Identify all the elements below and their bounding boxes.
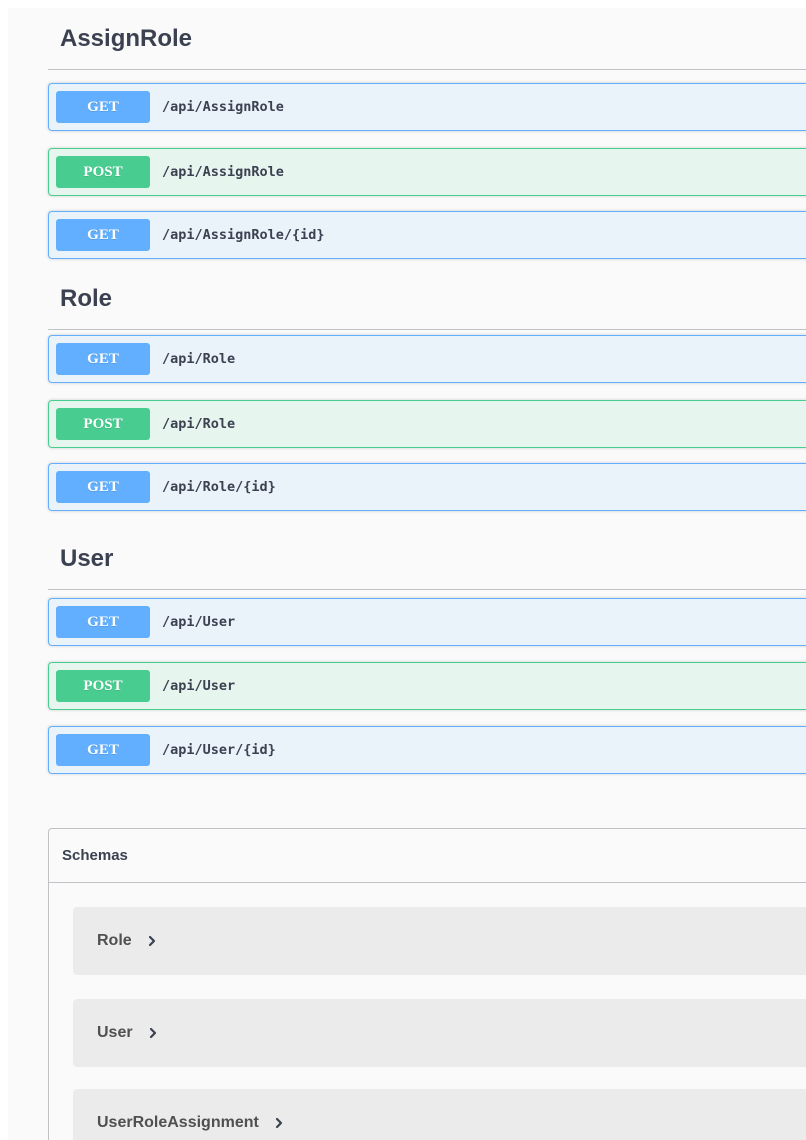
- tag-header-role[interactable]: Role: [48, 268, 806, 330]
- operation-path: /api/User: [162, 678, 236, 694]
- method-badge: POST: [56, 408, 150, 440]
- operation-path: /api/AssignRole: [162, 99, 284, 115]
- operation-path: /api/Role/{id}: [162, 479, 276, 495]
- tag-title: AssignRole: [60, 24, 193, 52]
- model-name: Role: [97, 932, 132, 949]
- tag-title: User: [60, 544, 114, 572]
- tag-header-assignrole[interactable]: AssignRole: [48, 8, 806, 70]
- operation-get-assignrole-id[interactable]: GET /api/AssignRole/{id}: [48, 211, 806, 259]
- tag-section-role: Role GET /api/Role POST /api/Role GET /a…: [48, 268, 806, 511]
- operation-path: /api/Role: [162, 416, 236, 432]
- operation-get-assignrole[interactable]: GET /api/AssignRole: [48, 83, 806, 131]
- swagger-page: AssignRole GET /api/AssignRole POST /api…: [0, 0, 806, 1140]
- operation-get-role[interactable]: GET /api/Role: [48, 335, 806, 383]
- operation-path: /api/Role: [162, 351, 236, 367]
- chevron-right-icon: [146, 935, 158, 947]
- method-badge: POST: [56, 670, 150, 702]
- operation-get-user[interactable]: GET /api/User: [48, 598, 806, 646]
- model-name: User: [97, 1024, 133, 1041]
- method-badge: GET: [56, 471, 150, 503]
- chevron-right-icon: [147, 1027, 159, 1039]
- operation-path: /api/AssignRole/{id}: [162, 227, 325, 243]
- schemas-title: Schemas: [62, 847, 128, 864]
- operation-get-user-id[interactable]: GET /api/User/{id}: [48, 726, 806, 774]
- operation-post-assignrole[interactable]: POST /api/AssignRole: [48, 148, 806, 196]
- method-badge: GET: [56, 606, 150, 638]
- tag-header-user[interactable]: User: [48, 528, 806, 590]
- method-badge: GET: [56, 343, 150, 375]
- tag-section-user: User GET /api/User POST /api/User GET /a…: [48, 528, 806, 774]
- operation-path: /api/User: [162, 614, 236, 630]
- left-border: [0, 0, 8, 1140]
- operation-get-role-id[interactable]: GET /api/Role/{id}: [48, 463, 806, 511]
- schemas-section: Schemas Role User UserRoleAssignment: [48, 828, 806, 1140]
- model-name: UserRoleAssignment: [97, 1114, 259, 1131]
- operation-post-user[interactable]: POST /api/User: [48, 662, 806, 710]
- method-badge: GET: [56, 734, 150, 766]
- method-badge: GET: [56, 91, 150, 123]
- schema-model-user[interactable]: User: [73, 999, 806, 1067]
- tag-title: Role: [60, 284, 113, 312]
- chevron-right-icon: [273, 1117, 285, 1129]
- method-badge: GET: [56, 219, 150, 251]
- operation-path: /api/AssignRole: [162, 164, 284, 180]
- operation-path: /api/User/{id}: [162, 742, 276, 758]
- schema-model-userroleassignment[interactable]: UserRoleAssignment: [73, 1089, 806, 1140]
- schema-model-role[interactable]: Role: [73, 907, 806, 975]
- operation-post-role[interactable]: POST /api/Role: [48, 400, 806, 448]
- tag-section-assignrole: AssignRole GET /api/AssignRole POST /api…: [48, 8, 806, 259]
- schemas-header[interactable]: Schemas: [49, 829, 806, 883]
- top-border: [0, 0, 806, 8]
- method-badge: POST: [56, 156, 150, 188]
